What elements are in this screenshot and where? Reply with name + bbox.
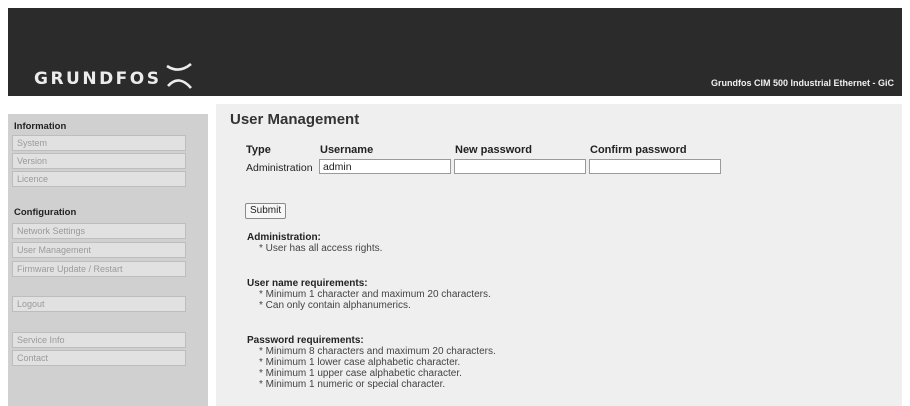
password-requirements-heading: Password requirements: xyxy=(247,335,364,346)
username-requirements-heading: User name requirements: xyxy=(247,278,368,289)
username-requirement-line: * Minimum 1 character and maximum 20 cha… xyxy=(259,289,491,300)
product-title: Grundfos CIM 500 Industrial Ethernet - G… xyxy=(710,78,894,88)
sidebar-item-service-info[interactable]: Service Info xyxy=(12,332,186,348)
column-header-new-password: New password xyxy=(455,144,533,156)
main-content: User Management Type Username New passwo… xyxy=(216,104,902,406)
username-input[interactable] xyxy=(319,159,451,174)
password-requirement-line: * Minimum 8 characters and maximum 20 ch… xyxy=(259,346,496,357)
username-requirements: User name requirements: * Minimum 1 char… xyxy=(247,278,491,311)
password-requirements: Password requirements: * Minimum 8 chara… xyxy=(247,335,496,390)
column-header-confirm-password: Confirm password xyxy=(590,144,687,156)
sidebar-item-contact[interactable]: Contact xyxy=(12,350,186,366)
sidebar-item-user-management[interactable]: User Management xyxy=(12,242,186,258)
sidebar: Information System Version Licence Confi… xyxy=(8,114,208,406)
administration-line: * User has all access rights. xyxy=(259,243,383,254)
new-password-input[interactable] xyxy=(454,159,586,174)
username-requirement-line: * Can only contain alphanumerics. xyxy=(259,300,411,311)
sidebar-item-firmware-update[interactable]: Firmware Update / Restart xyxy=(12,261,186,277)
logo-text: GRUNDFOS xyxy=(34,69,162,89)
column-header-type: Type xyxy=(246,144,271,156)
administration-info: Administration: * User has all access ri… xyxy=(247,232,382,254)
sidebar-item-system[interactable]: System xyxy=(12,135,186,151)
sidebar-item-version[interactable]: Version xyxy=(12,153,186,169)
password-requirement-line: * Minimum 1 lower case alphabetic charac… xyxy=(259,357,461,368)
sidebar-item-network-settings[interactable]: Network Settings xyxy=(12,223,186,239)
user-type-value: Administration xyxy=(246,162,313,174)
sidebar-item-logout[interactable]: Logout xyxy=(12,296,186,312)
page-title: User Management xyxy=(230,111,360,128)
submit-button[interactable]: Submit xyxy=(245,203,287,219)
sidebar-item-licence[interactable]: Licence xyxy=(12,171,186,187)
column-header-username: Username xyxy=(320,144,374,156)
password-requirement-line: * Minimum 1 upper case alphabetic charac… xyxy=(259,368,462,379)
grundfos-x-icon xyxy=(165,62,192,89)
confirm-password-input[interactable] xyxy=(589,159,721,174)
grundfos-logo: GRUNDFOS xyxy=(34,62,194,94)
header-bar: GRUNDFOS Grundfos CIM 500 Industrial Eth… xyxy=(8,8,902,96)
sidebar-section-configuration: Configuration xyxy=(14,207,77,218)
sidebar-section-information: Information xyxy=(14,121,67,132)
administration-heading: Administration: xyxy=(247,232,321,243)
password-requirement-line: * Minimum 1 numeric or special character… xyxy=(259,379,446,390)
